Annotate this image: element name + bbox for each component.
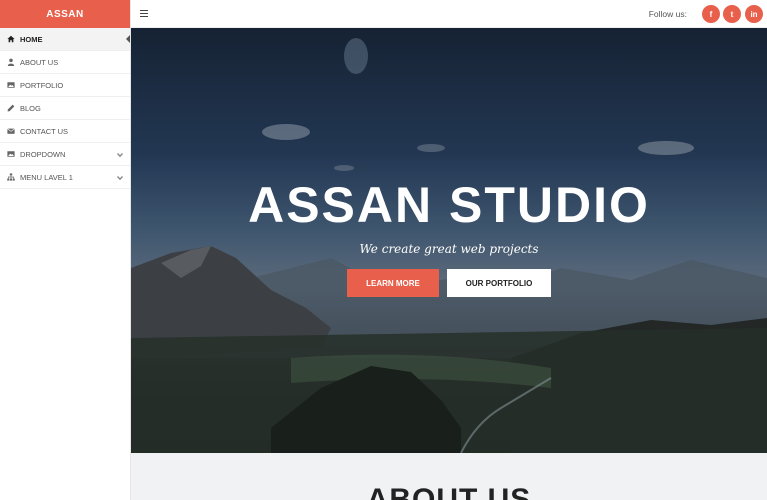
home-icon	[6, 35, 15, 44]
brand-logo[interactable]: ASSAN	[0, 0, 130, 28]
hero-section: ASSAN STUDIO We create great web project…	[131, 28, 767, 453]
sidebar-item-portfolio[interactable]: PORTFOLIO	[0, 74, 130, 97]
hero-subtitle: We create great web projects	[359, 242, 539, 256]
about-heading: ABOUT US	[366, 483, 532, 500]
image-icon	[6, 150, 15, 159]
user-icon	[6, 58, 15, 67]
image-icon	[6, 81, 15, 90]
sidebar-item-label: MENU LAVEL 1	[20, 172, 73, 182]
sidebar-item-label: ABOUT US	[20, 57, 59, 67]
envelope-icon	[6, 127, 15, 136]
sidebar-item-blog[interactable]: BLOG	[0, 97, 130, 120]
sidebar-item-label: HOME	[20, 34, 43, 44]
chevron-down-icon[interactable]	[116, 151, 124, 158]
linkedin-icon[interactable]: in	[745, 5, 763, 23]
about-section: ABOUT US	[131, 453, 767, 500]
sidebar-item-menu-level-1[interactable]: MENU LAVEL 1	[0, 166, 130, 189]
sidebar-item-label: PORTFOLIO	[20, 80, 64, 90]
sidebar-item-dropdown[interactable]: DROPDOWN	[0, 143, 130, 166]
facebook-icon[interactable]: f	[702, 5, 720, 23]
top-bar: Follow us: f t in	[131, 0, 767, 28]
active-indicator	[126, 35, 130, 43]
sidebar-nav: HOME ABOUT US PORTFOLIO BLOG CONTACT US …	[0, 28, 130, 189]
our-portfolio-button[interactable]: OUR PORTFOLIO	[447, 269, 551, 297]
sidebar-item-contact-us[interactable]: CONTACT US	[0, 120, 130, 143]
sidebar-item-about-us[interactable]: ABOUT US	[0, 51, 130, 74]
menu-toggle-icon[interactable]	[140, 10, 148, 17]
twitter-icon[interactable]: t	[723, 5, 741, 23]
sitemap-icon	[6, 173, 15, 182]
sidebar-item-home[interactable]: HOME	[0, 28, 130, 51]
hero-title: ASSAN STUDIO	[248, 177, 650, 233]
sidebar-item-label: BLOG	[20, 103, 41, 113]
learn-more-button[interactable]: LEARN MORE	[347, 269, 439, 297]
chevron-down-icon[interactable]	[116, 174, 124, 181]
sidebar-item-label: DROPDOWN	[20, 149, 66, 159]
sidebar-item-label: CONTACT US	[20, 126, 69, 136]
follow-label: Follow us:	[648, 9, 687, 19]
sidebar: ASSAN HOME ABOUT US PORTFOLIO BLOG CONTA…	[0, 0, 131, 500]
pencil-icon	[6, 104, 15, 113]
hero-background-image	[131, 28, 767, 453]
